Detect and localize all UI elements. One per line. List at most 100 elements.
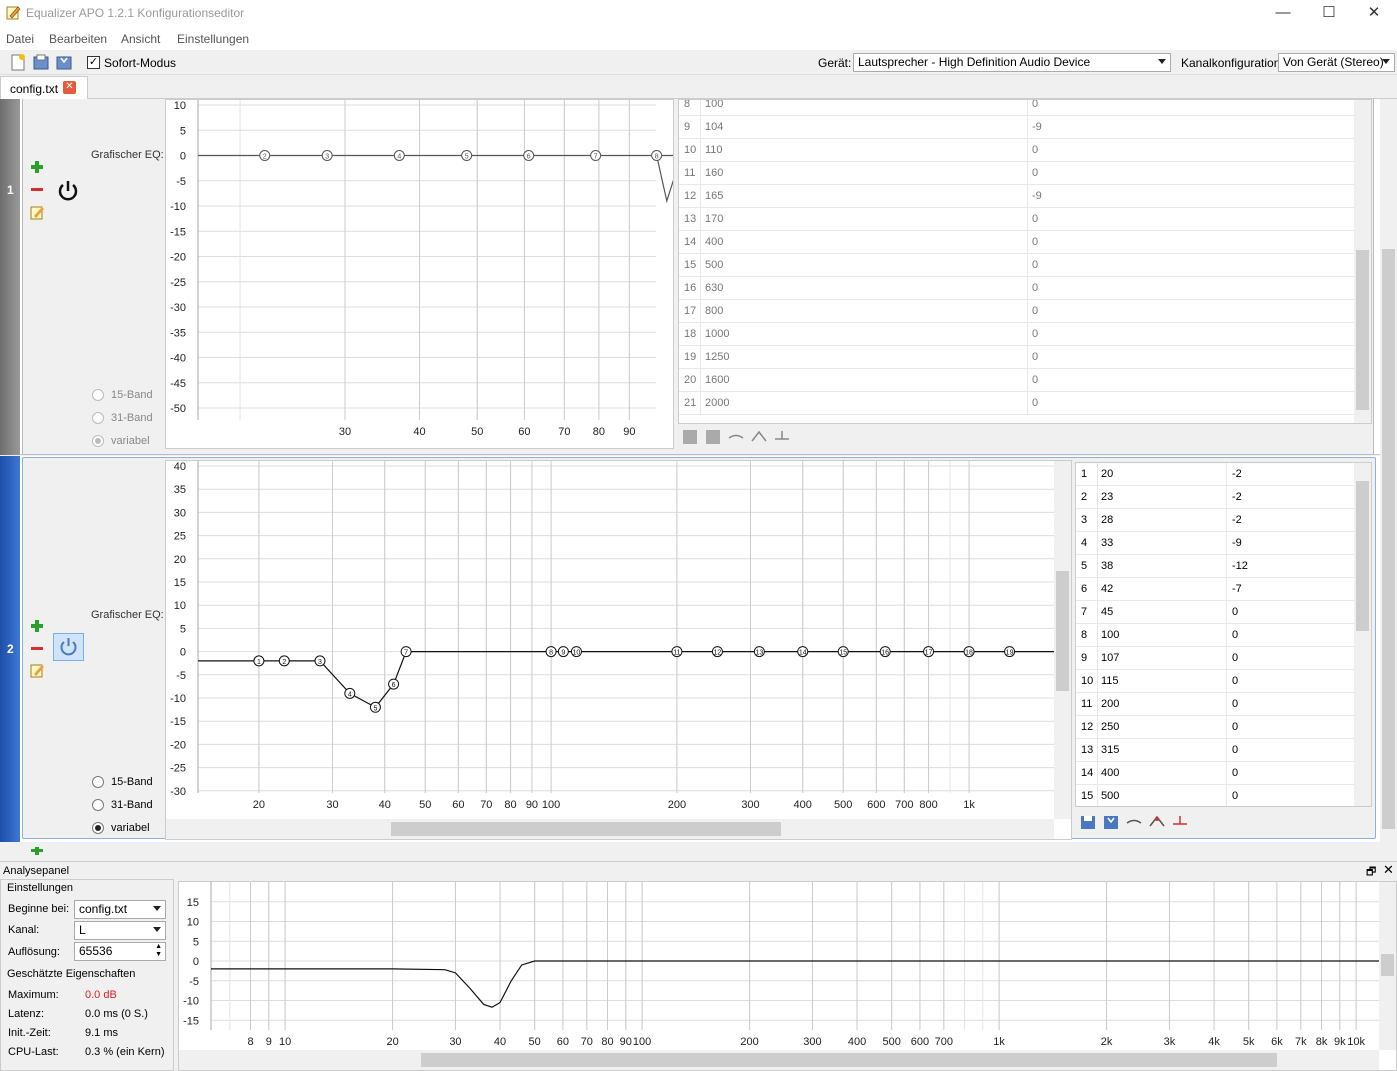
menu-einstellungen[interactable]: Einstellungen (177, 32, 249, 46)
graph-hscrollbar[interactable] (166, 819, 1054, 839)
table-row[interactable]: 3 28 -2 (1076, 509, 1371, 532)
main-scroll-thumb[interactable] (1382, 249, 1395, 829)
analysis-hscrollbar[interactable] (179, 1050, 1379, 1070)
radio-variable[interactable] (92, 435, 104, 447)
edit-filter-icon[interactable] (30, 663, 45, 678)
table-row[interactable]: 8 100 0 (1076, 624, 1371, 647)
table-row[interactable]: 12 250 0 (1076, 716, 1371, 739)
main-scrollbar[interactable] (1380, 99, 1397, 855)
invert-curve-icon[interactable] (1149, 814, 1165, 830)
table-row[interactable]: 5 38 -12 (1076, 555, 1371, 578)
table-row[interactable]: 10 115 0 (1076, 670, 1371, 693)
table-row[interactable]: 15 500 0 (679, 254, 1371, 277)
scroll-thumb[interactable] (421, 1053, 1277, 1067)
table-row[interactable]: 14 400 0 (1076, 762, 1371, 785)
table-row[interactable]: 19 1250 0 (679, 346, 1371, 369)
tab-config-txt[interactable]: config.txt ✕ (0, 76, 88, 99)
scroll-thumb[interactable] (1381, 954, 1394, 976)
table-row[interactable]: 6 42 -7 (1076, 578, 1371, 601)
remove-filter-icon[interactable] (30, 642, 44, 656)
scroll-thumb[interactable] (1056, 571, 1069, 691)
radio-variable[interactable] (92, 822, 104, 834)
table-row[interactable]: 14 400 0 (679, 231, 1371, 254)
invert-curve-icon[interactable] (751, 429, 767, 445)
filter-2-table-scrollbar[interactable] (1354, 463, 1371, 806)
filter-2-table[interactable]: 1 20 -2 2 23 -2 3 28 -2 4 33 -9 5 38 -12 6 42 -7 7 45 0 8 100 0… (1075, 462, 1372, 807)
close-tab-icon[interactable]: ✕ (63, 81, 76, 94)
filter-2-sidebar[interactable]: 2 (0, 456, 20, 842)
filter-2-chart[interactable]: 4035302520151050-5-10-15-20-25-3020 30 40 5… (166, 461, 1054, 819)
scroll-thumb[interactable] (1356, 250, 1369, 410)
analysis-graph[interactable]: 15 10 5 0 -5 -10 -15 8 9 10 20 30 40 50 60 70 80 90 100 200… (178, 881, 1397, 1071)
table-row[interactable]: 17 800 0 (679, 300, 1371, 323)
radio-31-band[interactable] (92, 799, 104, 811)
add-filter-icon[interactable] (30, 619, 44, 633)
table-row[interactable]: 12 165 -9 (679, 185, 1371, 208)
filter-1-table-scrollbar[interactable] (1354, 100, 1371, 423)
menu-datei[interactable]: Datei (6, 32, 34, 46)
instant-mode-checkbox[interactable]: ✓ (87, 56, 100, 69)
table-row[interactable]: 21 2000 0 (679, 392, 1371, 415)
edit-filter-icon[interactable] (30, 205, 45, 220)
table-row[interactable]: 11 200 0 (1076, 693, 1371, 716)
scroll-thumb[interactable] (1356, 481, 1369, 631)
close-button[interactable]: ✕ (1351, 0, 1397, 28)
graph-vscrollbar[interactable] (1054, 461, 1071, 819)
table-row[interactable]: 7 45 0 (1076, 601, 1371, 624)
import-table-icon[interactable] (705, 429, 721, 445)
flat-curve-icon[interactable] (728, 429, 744, 445)
spinner-arrows-icon[interactable]: ▲ ▼ (155, 943, 162, 959)
menu-ansicht[interactable]: Ansicht (121, 32, 160, 46)
table-row[interactable]: 15 500 0 (1076, 785, 1371, 806)
x-tick-label: 500 (834, 799, 852, 811)
table-row[interactable]: 1 20 -2 (1076, 463, 1371, 486)
table-row[interactable]: 13 170 0 (679, 208, 1371, 231)
table-row[interactable]: 10 110 0 (679, 139, 1371, 162)
menu-bearbeiten[interactable]: Bearbeiten (49, 32, 107, 46)
save-file-icon[interactable] (56, 54, 72, 71)
filter-2-graph[interactable]: 40 35 30 25 20 15 10 5 0 -5 -10 -15 -20 -25 -30 20 30 40 5… (165, 460, 1072, 840)
device-select[interactable]: Lautsprecher - High Definition Audio Dev… (853, 53, 1171, 72)
add-filter-icon[interactable] (30, 846, 44, 855)
table-row[interactable]: 9 107 0 (1076, 647, 1371, 670)
add-filter-icon[interactable] (30, 160, 44, 174)
save-table-icon[interactable] (682, 429, 698, 445)
table-row[interactable]: 4 33 -9 (1076, 532, 1371, 555)
resolution-spinner[interactable]: 65536 ▲ ▼ (74, 942, 166, 961)
table-row[interactable]: 11 160 0 (679, 162, 1371, 185)
table-row[interactable]: 16 630 0 (679, 277, 1371, 300)
radio-15-band[interactable] (92, 776, 104, 788)
remove-filter-icon[interactable] (30, 183, 44, 197)
minimize-button[interactable]: — (1260, 0, 1306, 28)
maximize-button[interactable]: ☐ (1306, 0, 1352, 28)
table-row[interactable]: 8 100 0 (679, 100, 1371, 116)
table-row[interactable]: 9 104 -9 (679, 116, 1371, 139)
close-panel-icon[interactable]: ✕ (1383, 862, 1394, 878)
table-row[interactable]: 13 315 0 (1076, 739, 1371, 762)
normalize-icon[interactable] (774, 429, 790, 445)
normalize-icon[interactable] (1172, 814, 1188, 830)
radio-31-band[interactable] (92, 412, 104, 424)
import-table-icon[interactable] (1103, 814, 1119, 830)
channel-select[interactable]: L (74, 921, 166, 940)
filter-1-sidebar[interactable]: 1 (0, 99, 20, 455)
flat-curve-icon[interactable] (1126, 814, 1142, 830)
channel-config-select[interactable]: Von Gerät (Stereo) (1278, 53, 1395, 72)
filter-1-chart[interactable]: 1050-5-10-15-20-25-30-35-40-45-5030 40 50 6… (166, 100, 795, 448)
start-select[interactable]: config.txt (74, 900, 166, 919)
save-table-icon[interactable] (1080, 814, 1096, 830)
analysis-chart[interactable]: 151050-5-10-158 9 10 20 30 40 50 60 70 80 90 100 200… (179, 882, 1379, 1050)
open-file-icon[interactable] (33, 54, 49, 71)
new-file-icon[interactable] (10, 54, 26, 71)
filter-1-table[interactable]: 8 100 0 9 104 -9 10 110 0 11 160 0 12 165 -9 13 170 0 14 40… (678, 99, 1372, 424)
radio-15-band[interactable] (92, 389, 104, 401)
table-row[interactable]: 18 1000 0 (679, 323, 1371, 346)
analysis-vscrollbar[interactable] (1379, 882, 1396, 1050)
filter-1-graph[interactable]: 10 5 0 -5 -10 -15 -20 -25 -30 -35 -40 -45 -50 30 40 50 6… (165, 99, 795, 449)
power-icon[interactable] (56, 179, 80, 203)
power-toggle-button[interactable] (53, 633, 84, 661)
table-row[interactable]: 2 23 -2 (1076, 486, 1371, 509)
scroll-thumb[interactable] (391, 822, 781, 836)
undock-icon[interactable]: 🗗 (1366, 863, 1376, 882)
table-row[interactable]: 20 1600 0 (679, 369, 1371, 392)
